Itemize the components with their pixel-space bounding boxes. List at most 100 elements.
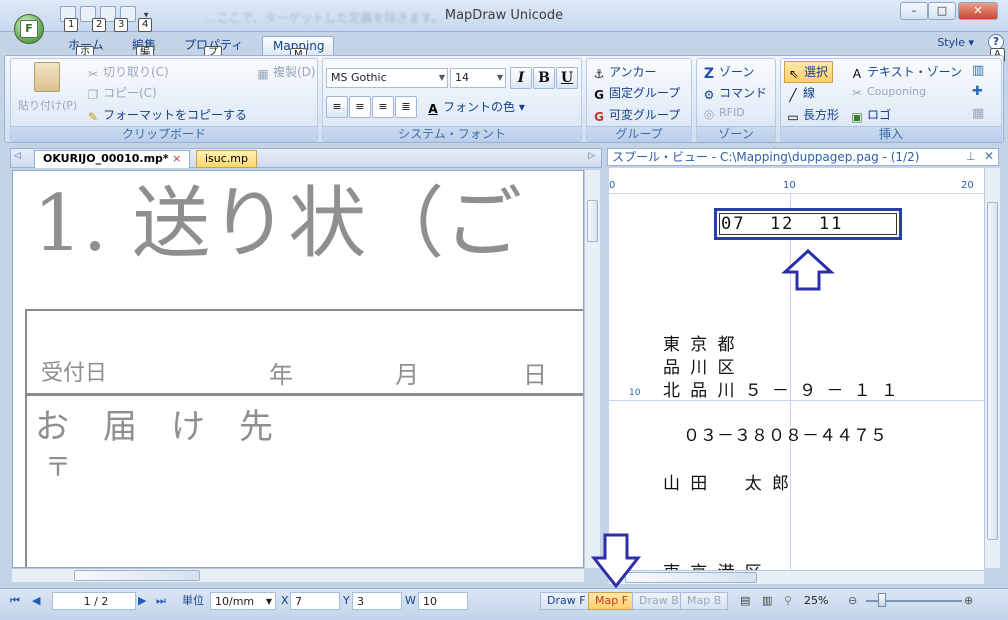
anchor-button[interactable]: ⚓ アンカー	[592, 63, 657, 81]
align-left-icon[interactable]: ≡	[326, 96, 348, 118]
close-button[interactable]: ✕	[958, 2, 998, 20]
rfid-icon: ◎	[703, 107, 715, 121]
prev-page-icon[interactable]: ◀	[32, 592, 40, 610]
tab-close-icon[interactable]: ×	[172, 152, 181, 165]
divider	[25, 393, 583, 396]
line-button[interactable]: ╱ 線	[786, 84, 815, 102]
w-field[interactable]: 10	[418, 592, 468, 610]
fixed-group-button[interactable]: G 固定グループ	[592, 84, 680, 102]
page-field[interactable]: 1 / 2	[52, 592, 136, 610]
copy-button[interactable]: ❐ コピー(C)	[86, 84, 157, 102]
dropdown-icon: ▼	[496, 73, 503, 82]
address-line-4: 東 京 港 区	[663, 558, 762, 570]
tab-scroll-right-icon[interactable]: ▷	[588, 151, 595, 161]
keytip-3: 3	[114, 18, 129, 32]
date-field-box[interactable]: 07 12 11	[714, 208, 902, 240]
destination-label: お 届 け 先	[35, 407, 273, 447]
pin-icon[interactable]: ⊥	[966, 150, 976, 163]
variable-group-button[interactable]: G 可変グループ	[592, 106, 680, 124]
single-page-icon[interactable]: ▤	[740, 592, 750, 610]
multi-page-icon[interactable]: ▥	[762, 592, 772, 610]
unit-label: 単位	[182, 594, 204, 607]
italic-button[interactable]: I	[510, 67, 532, 89]
mode-draw-back[interactable]: Draw B	[632, 592, 686, 610]
align-right-icon[interactable]: ≡	[372, 96, 394, 118]
barcode-icon[interactable]: ▥	[972, 63, 984, 78]
y-field[interactable]: 3	[352, 592, 402, 610]
cut-button[interactable]: ✂ 切り取り(C)	[86, 63, 169, 81]
ruler-tick: 0	[609, 180, 616, 191]
insert-caption: 挿入	[781, 126, 1001, 141]
bold-button[interactable]: B	[533, 67, 555, 89]
scroll-thumb[interactable]	[625, 572, 757, 583]
zoom-out-icon[interactable]: ⊖	[848, 592, 857, 610]
format-copy-button[interactable]: ✎ フォーマットをコピーする	[86, 106, 247, 124]
rfid-button[interactable]: ◎ RFID	[702, 106, 745, 121]
font-size-select[interactable]: 14 ▼	[450, 68, 506, 88]
mode-draw-front[interactable]: Draw F	[540, 592, 593, 610]
couponing-icon: ✂	[851, 86, 863, 100]
zoom-icon[interactable]: ⚲	[784, 592, 792, 610]
address-line-2: 品 川 区	[663, 358, 735, 378]
align-justify-icon[interactable]: ≣	[395, 96, 417, 118]
month-label: 月	[395, 361, 419, 389]
pane-close-icon[interactable]: ✕	[984, 149, 994, 163]
scroll-thumb[interactable]	[587, 200, 598, 242]
mode-map-back[interactable]: Map B	[680, 592, 729, 610]
style-menu[interactable]: Style ▾	[937, 36, 974, 49]
duplicate-button[interactable]: ▦ 複製(D)	[256, 63, 315, 81]
phone-line: ０３－３８０８－４４７５	[683, 426, 887, 446]
keytip-1: 1	[64, 18, 79, 32]
align-center-icon[interactable]: ≡	[349, 96, 371, 118]
underline-button[interactable]: U	[556, 67, 578, 89]
left-horizontal-scrollbar[interactable]	[12, 568, 584, 582]
right-vertical-scrollbar[interactable]	[984, 168, 1000, 568]
scroll-thumb[interactable]	[987, 202, 998, 540]
scroll-thumb[interactable]	[74, 570, 200, 581]
spool-canvas[interactable]: 10 07 12 11 東 京 都 品 川 区 北 品 川 ５ － ９ － １ …	[609, 194, 984, 570]
keytip-2: 2	[92, 18, 107, 32]
doc-heading: 1. 送り状（ご	[33, 179, 523, 269]
font-color-button[interactable]: A フォントの色 ▾	[426, 98, 525, 116]
address-line-1: 東 京 都	[663, 335, 735, 355]
zone-button[interactable]: Z ゾーン	[702, 63, 754, 81]
first-page-icon[interactable]: ⏮	[10, 592, 20, 610]
select-button[interactable]: ⇖ 選択	[784, 61, 834, 83]
ruler-tick: 20	[961, 180, 974, 191]
variable-group-icon: G	[594, 110, 604, 124]
anchor-icon: ⚓	[593, 67, 605, 81]
left-vertical-scrollbar[interactable]	[584, 170, 600, 568]
tab-okurijo[interactable]: OKURIJO_00010.mp* ×	[34, 150, 191, 168]
maximize-button[interactable]: □	[928, 2, 956, 20]
font-family-select[interactable]: MS Gothic ▼	[326, 68, 448, 88]
tab-scroll-left-icon[interactable]: ◁	[14, 151, 21, 161]
table-icon[interactable]: ▦	[972, 106, 984, 121]
next-page-icon[interactable]: ▶	[138, 592, 146, 610]
rectangle-button[interactable]: ▭ 長方形	[786, 106, 839, 124]
unit-select[interactable]: 10/mm ▼	[210, 592, 276, 610]
last-page-icon[interactable]: ⏭	[156, 592, 166, 610]
minimize-button[interactable]: –	[900, 2, 928, 20]
document-canvas[interactable]: 1. 送り状（ご 受付日 年 月 日 お 届 け 先 〒	[12, 170, 584, 568]
logo-icon: ▣	[851, 110, 863, 124]
paste-button[interactable]: 貼り付け(P)	[18, 97, 77, 113]
app-menu-button[interactable]: F	[14, 14, 44, 44]
name-line: 山 田 太 郎	[663, 474, 789, 494]
right-horizontal-scrollbar[interactable]	[609, 570, 984, 584]
clipboard-caption: クリップボード	[11, 126, 317, 141]
grid-icon: ▦	[257, 67, 269, 81]
command-button[interactable]: ⚙ コマンド	[702, 84, 767, 102]
x-field[interactable]: 7	[290, 592, 340, 610]
tab-isuc[interactable]: isuc.mp	[196, 150, 258, 168]
mode-map-front[interactable]: Map F	[588, 592, 636, 610]
received-date-label: 受付日	[41, 361, 108, 386]
puzzle-icon[interactable]: ✚	[972, 84, 983, 99]
date-field: 07 12 11	[721, 214, 844, 234]
zoom-slider-thumb[interactable]	[878, 593, 886, 607]
couponing-button[interactable]: ✂ Couponing	[850, 85, 926, 100]
logo-button[interactable]: ▣ ロゴ	[850, 106, 891, 124]
text-zone-button[interactable]: Ａ テキスト・ゾーン	[850, 63, 962, 81]
cursor-icon: ⇖	[788, 67, 800, 81]
title-ghost-text: …ここで、ターゲットした定義を除きます。	[205, 11, 444, 25]
zoom-in-icon[interactable]: ⊕	[964, 592, 973, 610]
